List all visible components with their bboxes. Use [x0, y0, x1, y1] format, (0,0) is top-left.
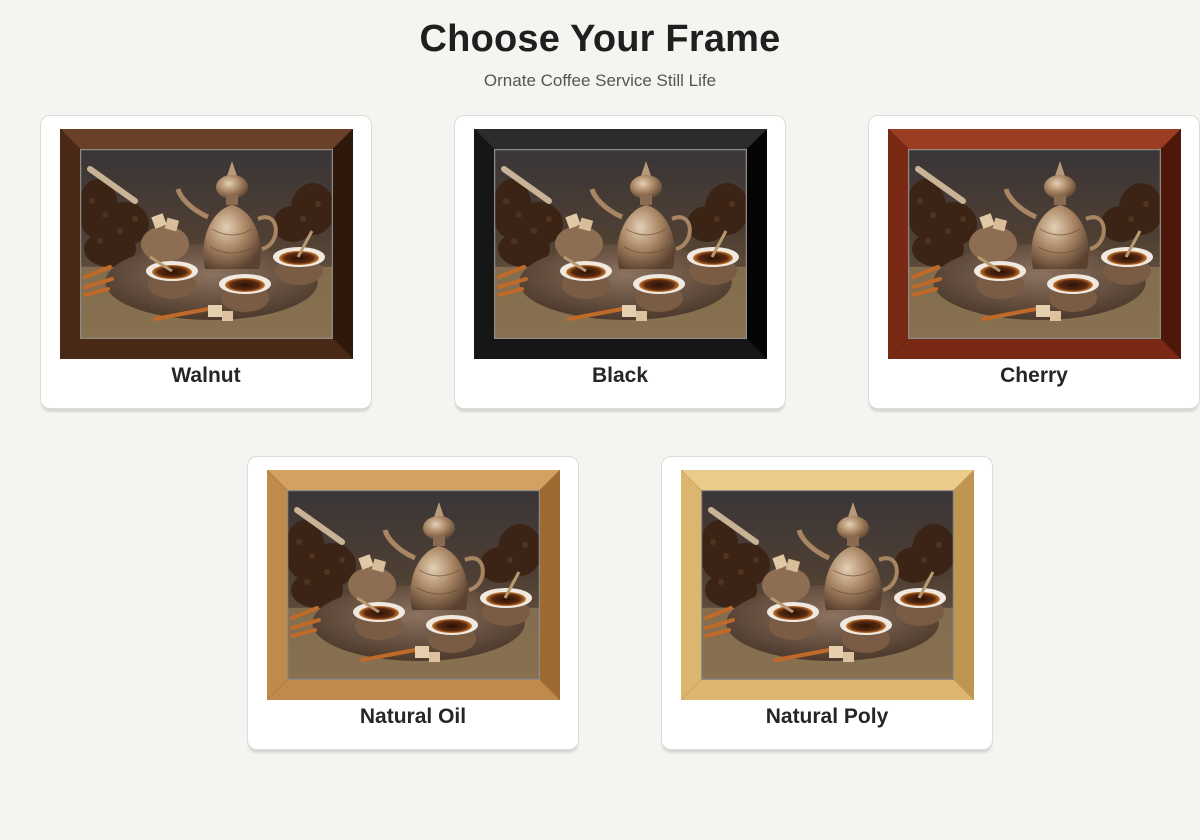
frame-option-natural-poly[interactable]: Natural Poly [661, 456, 993, 750]
frame-option-label: Cherry [1000, 364, 1068, 387]
frame-option-walnut[interactable]: Walnut [40, 115, 372, 409]
coffee-still-life-image [681, 470, 974, 700]
framed-artwork-preview [474, 129, 767, 359]
frame-option-label: Walnut [171, 364, 241, 387]
coffee-still-life-image [60, 129, 353, 359]
coffee-still-life-image [888, 129, 1181, 359]
page-subtitle: Ornate Coffee Service Still Life [483, 71, 717, 90]
framed-artwork-preview [888, 129, 1181, 359]
coffee-still-life-image [474, 129, 767, 359]
framed-artwork-preview [267, 470, 560, 700]
coffee-still-life-image [267, 470, 560, 700]
frame-option-label: Black [591, 364, 649, 387]
frame-option-black[interactable]: Black [454, 115, 786, 409]
framed-artwork-preview [681, 470, 974, 700]
frame-option-natural-oil[interactable]: Natural Oil [247, 456, 579, 750]
frame-option-label: Natural Poly [765, 705, 889, 728]
page-title: Choose Your Frame [419, 18, 781, 60]
framed-artwork-preview [60, 129, 353, 359]
frame-option-label: Natural Oil [359, 705, 467, 728]
frame-option-cherry[interactable]: Cherry [868, 115, 1200, 409]
